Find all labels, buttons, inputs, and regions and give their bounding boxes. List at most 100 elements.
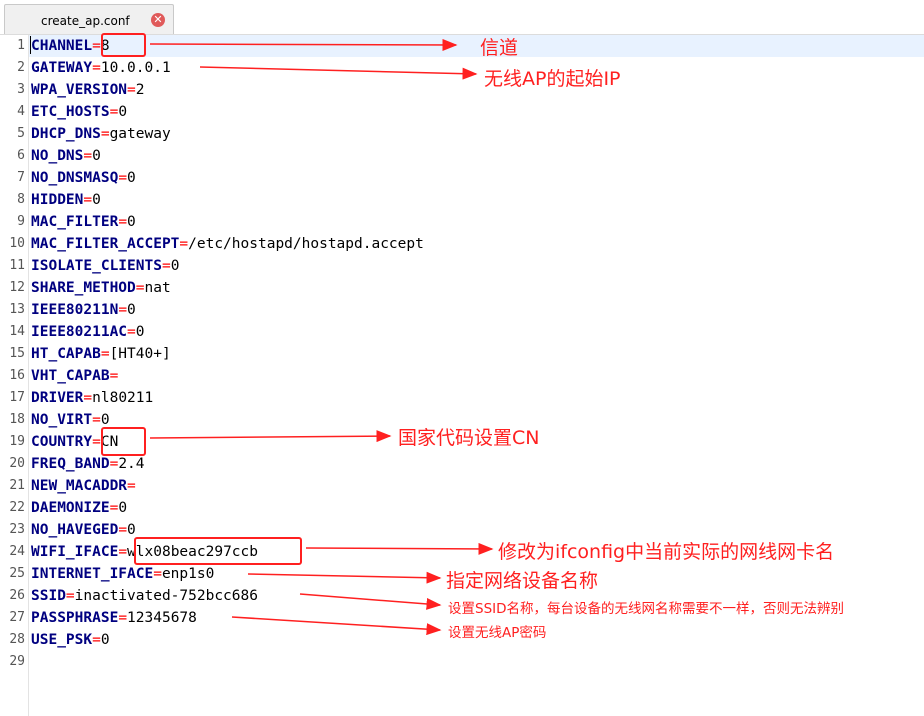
config-value: 0 [92,192,101,208]
config-value: nat [144,280,171,296]
tab-create-ap-conf[interactable]: create_ap.conf ✕ [4,4,174,34]
config-key: HIDDEN [31,192,84,208]
code-line[interactable]: MAC_FILTER=0 [31,211,136,233]
equals-sign: = [92,60,101,76]
config-value: 0 [100,412,110,428]
line-number: 15 [9,346,25,361]
code-line[interactable]: IEEE80211AC=0 [31,321,145,343]
config-key: USE_PSK [31,632,93,648]
config-value: gateway [109,126,171,142]
config-key: SSID [31,588,66,604]
equals-sign: = [118,544,128,560]
text-caret [30,36,31,54]
config-key: WPA_VERSION [31,82,128,98]
line-number: 12 [9,280,25,295]
code-line[interactable]: USE_PSK=0 [31,629,110,651]
config-value: inactivated-752bcc686 [74,588,258,604]
equals-sign: = [109,500,119,516]
equals-sign: = [127,82,136,98]
code-line[interactable]: DAEMONIZE=0 [31,497,127,519]
config-key: MAC_FILTER_ACCEPT [31,236,180,252]
code-line[interactable]: HIDDEN=0 [31,189,101,211]
line-number: 28 [9,632,25,647]
line-number: 2 [17,60,25,75]
config-value: nl80211 [92,390,154,406]
code-line[interactable]: PASSPHRASE=12345678 [31,607,197,629]
line-number: 21 [9,478,25,493]
line-number: 10 [9,236,25,251]
code-line[interactable]: SSID=inactivated-752bcc686 [31,585,258,607]
code-line[interactable]: CHANNEL=8 [31,35,110,57]
line-number: 26 [9,588,25,603]
config-value: /etc/hostapd/hostapd.accept [188,236,424,252]
config-value: 0 [127,170,136,186]
code-line[interactable]: INTERNET_IFACE=enp1s0 [31,563,214,585]
config-value: 2 [135,82,145,98]
line-number: 16 [9,368,25,383]
code-line[interactable]: HT_CAPAB=[HT40+] [31,343,171,365]
config-key: COUNTRY [31,434,93,450]
equals-sign: = [161,258,171,274]
line-number: 6 [17,148,25,163]
line-number: 3 [17,82,25,97]
close-icon[interactable]: ✕ [151,13,165,27]
code-line[interactable]: DRIVER=nl80211 [31,387,153,409]
config-key: NO_DNSMASQ [31,170,119,186]
code-line[interactable]: NO_DNSMASQ=0 [31,167,136,189]
equals-sign: = [83,390,93,406]
code-line[interactable]: MAC_FILTER_ACCEPT=/etc/hostapd/hostapd.a… [31,233,424,255]
current-line-highlight [29,35,924,57]
config-key: IEEE80211N [31,302,119,318]
config-key: ETC_HOSTS [31,104,110,120]
code-line[interactable]: NO_DNS=0 [31,145,101,167]
code-line[interactable]: WPA_VERSION=2 [31,79,145,101]
code-line[interactable]: ETC_HOSTS=0 [31,101,127,123]
line-number: 22 [9,500,25,515]
config-value: [HT40+] [109,346,171,362]
config-key: NO_HAVEGED [31,522,119,538]
code-line[interactable]: NO_VIRT=0 [31,409,110,431]
config-key: NO_VIRT [31,412,93,428]
line-number: 19 [9,434,25,449]
config-key: INTERNET_IFACE [31,566,154,582]
config-value: CN [100,434,119,450]
annotation-country: 国家代码设置CN [398,427,540,449]
equals-sign: = [118,610,128,626]
code-line[interactable]: WIFI_IFACE=wlx08beac297ccb [31,541,258,563]
config-value: 0 [118,104,128,120]
annotation-internet-iface: 指定网络设备名称 [446,570,599,592]
code-line[interactable]: NO_HAVEGED=0 [31,519,136,541]
code-line[interactable]: COUNTRY=CN [31,431,118,453]
code-line[interactable]: NEW_MACADDR= [31,475,136,497]
line-number: 18 [9,412,25,427]
config-key: NO_DNS [31,148,84,164]
equals-sign: = [83,192,93,208]
arrow-ssid [299,593,442,610]
equals-sign: = [92,434,101,450]
code-line[interactable]: GATEWAY=10.0.0.1 [31,57,171,79]
code-line[interactable]: SHARE_METHOD=nat [31,277,171,299]
config-value: 8 [100,38,110,54]
equals-sign: = [179,236,189,252]
config-value: 2.4 [118,456,145,472]
line-number: 27 [9,610,25,625]
line-number: 20 [9,456,25,471]
config-key: FREQ_BAND [31,456,110,472]
equals-sign: = [100,126,110,142]
equals-sign: = [65,588,75,604]
line-number: 11 [9,258,25,273]
equals-sign: = [109,456,119,472]
equals-sign: = [127,478,136,494]
equals-sign: = [83,148,93,164]
line-number-gutter: 1 2 3 4 5 6 7 8 9 10 11 12 13 14 15 16 17 18 19 20 21 22 23 24 2… [0,35,29,716]
code-line[interactable]: IEEE80211N=0 [31,299,136,321]
config-key: GATEWAY [31,60,93,76]
code-line[interactable]: VHT_CAPAB= [31,365,118,387]
config-value: 10.0.0.1 [100,60,171,76]
config-key: PASSPHRASE [31,610,119,626]
equals-sign: = [109,368,119,384]
code-line[interactable]: ISOLATE_CLIENTS=0 [31,255,179,277]
code-line[interactable]: DHCP_DNS=gateway [31,123,171,145]
code-line[interactable]: FREQ_BAND=2.4 [31,453,145,475]
equals-sign: = [100,346,110,362]
